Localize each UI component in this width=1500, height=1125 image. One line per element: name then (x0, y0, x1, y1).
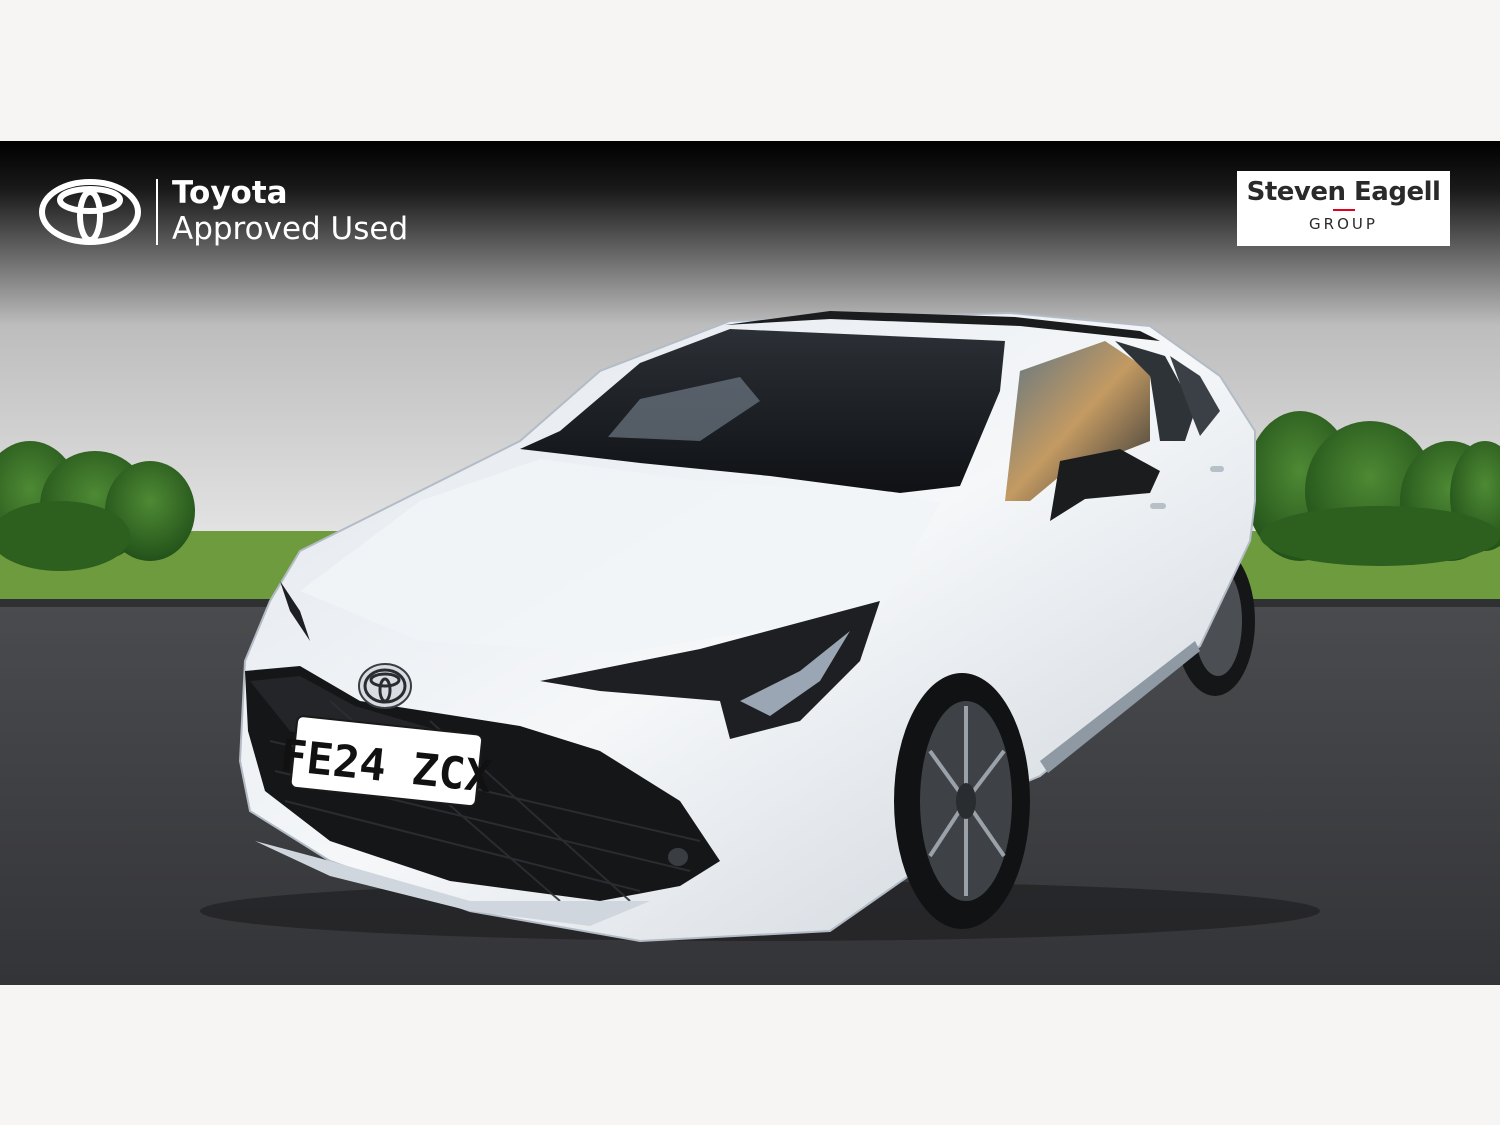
dealer-accent-bar (1332, 209, 1355, 211)
dealer-group-label: GROUP (1309, 215, 1378, 233)
dealer-logo: Steven Eagell GROUP (1237, 171, 1450, 246)
listing-image: FE24 ZCX Toyota Approved Used Steven Eag… (0, 0, 1500, 1125)
brand-tagline: Approved Used (172, 211, 409, 247)
front-wheel (894, 673, 1030, 929)
brand-divider (156, 179, 158, 245)
dealer-name: Steven Eagell (1246, 177, 1441, 207)
bottom-margin (0, 985, 1500, 1125)
toyota-ellipses-icon (39, 179, 141, 245)
toyota-approved-used-logo: Toyota Approved Used (38, 176, 408, 248)
brand-text: Toyota Approved Used (172, 176, 408, 247)
brand-name: Toyota (172, 175, 288, 212)
car-photo: FE24 ZCX (0, 141, 1500, 985)
top-margin (0, 0, 1500, 141)
car-emblem (358, 663, 412, 709)
